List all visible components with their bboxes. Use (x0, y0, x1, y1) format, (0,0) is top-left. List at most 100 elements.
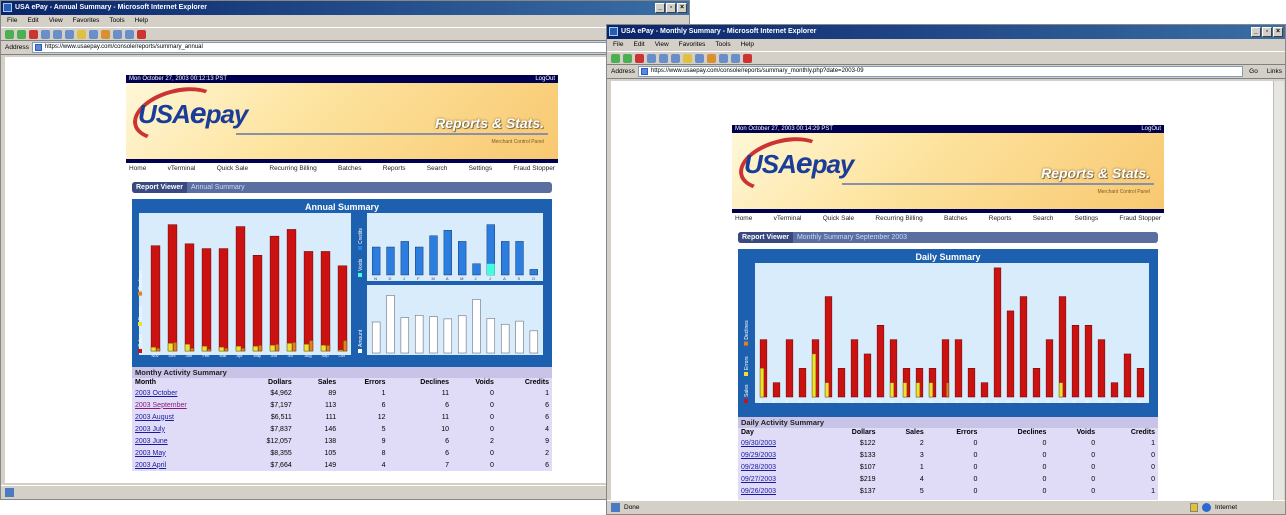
maximize-button[interactable]: ▫ (1262, 27, 1272, 37)
errors-bar (320, 345, 327, 352)
favorites-icon[interactable] (77, 29, 86, 39)
nav-batches[interactable]: Batches (944, 213, 968, 225)
menu-file[interactable]: File (613, 39, 623, 51)
row-link-cell[interactable]: 2003 October (132, 387, 238, 399)
row-link-cell[interactable]: 09/29/2003 (738, 449, 819, 461)
row-link[interactable]: 2003 April (135, 462, 166, 469)
nav-reports[interactable]: Reports (989, 213, 1012, 225)
row-link[interactable]: 09/30/2003 (741, 440, 776, 447)
nav-home[interactable]: Home (735, 213, 752, 225)
row-link[interactable]: 09/28/2003 (741, 464, 776, 471)
nav-settings[interactable]: Settings (1075, 213, 1099, 225)
favorites-icon[interactable] (683, 53, 692, 63)
amount-bar (457, 315, 467, 354)
go-button[interactable]: Go (1246, 68, 1261, 75)
row-link[interactable]: 09/26/2003 (741, 488, 776, 495)
menu-help[interactable]: Help (741, 39, 754, 51)
history-icon[interactable] (695, 53, 704, 63)
nav-vterminal[interactable]: vTerminal (774, 213, 802, 225)
nav-vterminal[interactable]: vTerminal (168, 163, 196, 175)
left-address-bar: Address https://www.usaepay.com/console/… (1, 41, 689, 55)
logout-link[interactable]: LogOut (1141, 125, 1161, 133)
nav-batches[interactable]: Batches (338, 163, 362, 175)
left-title-bar[interactable]: USA ePay - Annual Summary - Microsoft In… (1, 1, 689, 15)
minimize-button[interactable]: _ (1251, 27, 1261, 37)
home-icon[interactable] (53, 29, 62, 39)
search-icon[interactable] (65, 29, 74, 39)
row-link-cell[interactable]: 2003 August (132, 411, 238, 423)
cell: 0 (973, 439, 978, 447)
nav-settings[interactable]: Settings (469, 163, 493, 175)
nav-reports[interactable]: Reports (383, 163, 406, 175)
mail-icon[interactable] (707, 53, 716, 63)
nav-search[interactable]: Search (1033, 213, 1054, 225)
nav-quick-sale[interactable]: Quick Sale (823, 213, 854, 225)
row-link[interactable]: 09/29/2003 (741, 452, 776, 459)
row-link-cell[interactable]: 09/26/2003 (738, 485, 819, 497)
menu-help[interactable]: Help (135, 15, 148, 27)
search-icon[interactable] (671, 53, 680, 63)
home-icon[interactable] (659, 53, 668, 63)
row-link-cell[interactable]: 09/27/2003 (738, 473, 819, 485)
row-link-cell[interactable]: 2003 September (132, 399, 238, 411)
edit-icon[interactable] (125, 29, 134, 39)
menu-view[interactable]: View (655, 39, 669, 51)
print-icon[interactable] (719, 53, 728, 63)
right-vertical-scrollbar[interactable] (1273, 81, 1284, 500)
refresh-icon[interactable] (647, 53, 656, 63)
links-button[interactable]: Links (1264, 68, 1285, 75)
back-icon[interactable] (611, 53, 620, 63)
nav-recurring-billing[interactable]: Recurring Billing (875, 213, 922, 225)
refresh-icon[interactable] (41, 29, 50, 39)
back-icon[interactable] (5, 29, 14, 39)
row-link[interactable]: 09/27/2003 (741, 476, 776, 483)
nav-fraud-stopper[interactable]: Fraud Stopper (1119, 213, 1161, 225)
address-input[interactable]: https://www.usaepay.com/console/reports/… (637, 66, 1244, 77)
menu-edit[interactable]: Edit (633, 39, 644, 51)
right-title-bar[interactable]: USA ePay - Monthly Summary - Microsoft I… (607, 25, 1285, 39)
discuss-icon[interactable] (743, 53, 752, 63)
nav-fraud-stopper[interactable]: Fraud Stopper (513, 163, 555, 175)
row-link-cell[interactable]: 2003 July (132, 423, 238, 435)
menu-view[interactable]: View (49, 15, 63, 27)
forward-icon[interactable] (623, 53, 632, 63)
menu-file[interactable]: File (7, 15, 17, 27)
stop-icon[interactable] (635, 53, 644, 63)
nav-quick-sale[interactable]: Quick Sale (217, 163, 248, 175)
row-link-cell[interactable]: 2003 June (132, 435, 238, 447)
menu-tools[interactable]: Tools (109, 15, 124, 27)
address-input[interactable]: https://www.usaepay.com/console/reports/… (31, 42, 689, 53)
x-tick-label: Dec (169, 353, 176, 358)
cell: 5 (381, 425, 386, 433)
menu-favorites[interactable]: Favorites (679, 39, 706, 51)
row-link[interactable]: 2003 May (135, 450, 166, 457)
menu-favorites[interactable]: Favorites (73, 15, 100, 27)
row-link[interactable]: 2003 August (135, 414, 174, 421)
row-link-cell[interactable]: 2003 April (132, 459, 238, 471)
menu-edit[interactable]: Edit (27, 15, 38, 27)
nav-recurring-billing[interactable]: Recurring Billing (269, 163, 316, 175)
menu-tools[interactable]: Tools (715, 39, 730, 51)
forward-icon[interactable] (17, 29, 26, 39)
row-link[interactable]: 2003 September (135, 402, 187, 409)
print-icon[interactable] (113, 29, 122, 39)
row-link-cell[interactable]: 09/30/2003 (738, 437, 819, 449)
row-link[interactable]: 2003 October (135, 390, 177, 397)
maximize-button[interactable]: ▫ (666, 3, 676, 13)
cell: 0 (973, 475, 978, 483)
history-icon[interactable] (89, 29, 98, 39)
discuss-icon[interactable] (137, 29, 146, 39)
row-link-cell[interactable]: 2003 May (132, 447, 238, 459)
nav-search[interactable]: Search (427, 163, 448, 175)
row-link[interactable]: 2003 June (135, 438, 168, 445)
row-link[interactable]: 2003 July (135, 426, 165, 433)
minimize-button[interactable]: _ (655, 3, 665, 13)
edit-icon[interactable] (731, 53, 740, 63)
nav-home[interactable]: Home (129, 163, 146, 175)
stop-icon[interactable] (29, 29, 38, 39)
row-link-cell[interactable]: 09/28/2003 (738, 461, 819, 473)
logout-link[interactable]: LogOut (535, 75, 555, 83)
mail-icon[interactable] (101, 29, 110, 39)
close-button[interactable]: × (677, 3, 687, 13)
close-button[interactable]: × (1273, 27, 1283, 37)
